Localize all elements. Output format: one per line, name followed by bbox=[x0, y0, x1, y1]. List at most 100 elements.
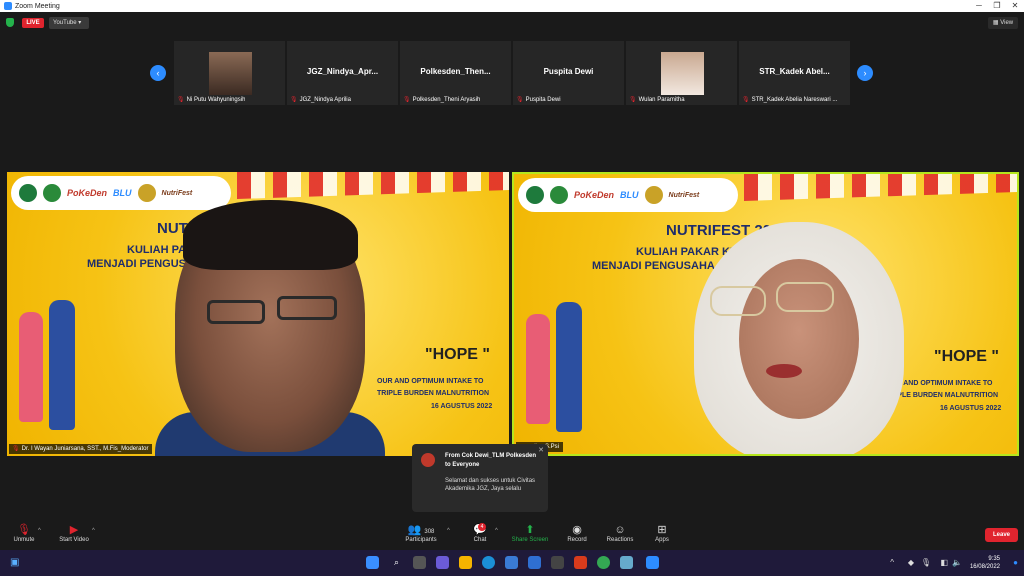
start-video-label: Start Video bbox=[59, 537, 89, 543]
wps-office-icon[interactable] bbox=[574, 556, 587, 569]
muted-mic-icon: 🎙 bbox=[629, 97, 637, 103]
clock-date: 16/08/2022 bbox=[969, 564, 1000, 570]
record-icon: ◉ bbox=[572, 524, 582, 536]
participant-tile[interactable]: 🎙 Ni Putu Wahyuningsih bbox=[174, 41, 285, 105]
participants-button[interactable]: 👥 308 Participants bbox=[402, 523, 440, 543]
minimize-button[interactable]: ─ bbox=[970, 0, 988, 12]
meeting-topbar: LIVE YouTube ▾ ▦ View bbox=[0, 12, 1024, 34]
video-off-icon: ▶ bbox=[69, 524, 79, 536]
chat-label: Chat bbox=[473, 537, 487, 543]
search-icon[interactable]: ⌕ bbox=[390, 556, 403, 569]
participant-photo bbox=[661, 52, 704, 95]
file-explorer-icon[interactable] bbox=[459, 556, 472, 569]
chat-notification[interactable]: ✕ From Cok Dewi_TLM Polkesden to Everyon… bbox=[412, 444, 548, 512]
live-badge: LIVE bbox=[22, 18, 44, 28]
window-controls: ─ ❐ ✕ bbox=[970, 0, 1024, 12]
apps-label: Apps bbox=[655, 537, 669, 543]
chat-button[interactable]: 💬 4 Chat bbox=[470, 523, 490, 543]
logo-text: PoKeDen bbox=[67, 188, 108, 198]
participant-tile[interactable]: Puspita Dewi 🎙 Puspita Dewi bbox=[513, 41, 624, 105]
participant-tile[interactable]: Polkesden_Then... 🎙 Polkesden_Theni Aryas… bbox=[400, 41, 511, 105]
unmute-label: Unmute bbox=[13, 537, 35, 543]
network-icon[interactable]: ◧ bbox=[940, 558, 948, 567]
chat-unread-badge: 4 bbox=[478, 523, 486, 531]
view-button[interactable]: ▦ View bbox=[988, 17, 1018, 29]
glasses-right bbox=[776, 282, 834, 312]
volume-icon[interactable]: 🔈 bbox=[952, 558, 962, 567]
audio-options-caret-icon[interactable]: ^ bbox=[38, 528, 41, 534]
chat-message: Selamat dan sukses untuk Civitas Akademi… bbox=[445, 478, 536, 492]
tray-overflow-icon[interactable]: ^ bbox=[890, 558, 894, 567]
photos-icon[interactable] bbox=[620, 556, 633, 569]
logo-text: NutriFest bbox=[161, 189, 193, 197]
participants-label: Participants bbox=[405, 537, 437, 543]
record-button[interactable]: ◉ Record bbox=[565, 523, 589, 543]
microphone-tray-icon[interactable]: 🎙 bbox=[921, 558, 931, 567]
share-screen-label: Share Screen bbox=[511, 537, 549, 543]
sponsor-logos: PoKeDen BLU NutriFest bbox=[518, 178, 738, 212]
muted-mic-icon: 🎙 bbox=[177, 97, 185, 103]
store-icon[interactable] bbox=[505, 556, 518, 569]
participants-caret-icon[interactable]: ^ bbox=[447, 528, 450, 534]
window-titlebar: Zoom Meeting ─ ❐ ✕ bbox=[0, 0, 1024, 12]
illustration-woman bbox=[526, 314, 550, 424]
leave-button[interactable]: Leave bbox=[985, 528, 1018, 542]
reactions-button[interactable]: ☺ Reactions bbox=[604, 523, 636, 543]
strip-prev-button[interactable]: ‹ bbox=[150, 65, 166, 81]
video-options-caret-icon[interactable]: ^ bbox=[92, 528, 95, 534]
illustration-woman bbox=[19, 312, 43, 422]
mail-icon[interactable] bbox=[528, 556, 541, 569]
start-video-button[interactable]: ▶ Start Video bbox=[56, 523, 92, 543]
close-button[interactable]: ✕ bbox=[1006, 0, 1024, 12]
app-icon[interactable] bbox=[551, 556, 564, 569]
ministry-logo-icon bbox=[526, 186, 544, 204]
participant-display-name: JGZ_Nindya_Apr... bbox=[306, 67, 379, 76]
chrome-icon[interactable] bbox=[597, 556, 610, 569]
participant-caption: 🎙 Ni Putu Wahyuningsih bbox=[177, 96, 245, 103]
apps-button[interactable]: ⊞ Apps bbox=[652, 523, 672, 543]
notification-icon[interactable]: ● bbox=[1013, 558, 1018, 567]
taskbar-clock[interactable]: 9:35 16/08/2022 bbox=[970, 555, 1000, 571]
edge-browser-icon[interactable] bbox=[482, 556, 495, 569]
participant-caption: 🎙 Wulan Paramitha bbox=[629, 96, 685, 103]
sponsor-logos: PoKeDen BLU NutriFest bbox=[11, 176, 231, 210]
participant-tile[interactable]: STR_Kadek Abel... 🎙 STR_Kadek Abelia Nare… bbox=[739, 41, 850, 105]
glasses-left bbox=[207, 300, 265, 324]
poltekkes-logo-icon bbox=[43, 184, 61, 202]
emblem-logo-icon bbox=[137, 184, 156, 202]
chat-caret-icon[interactable]: ^ bbox=[495, 528, 498, 534]
maximize-button[interactable]: ❐ bbox=[988, 0, 1006, 12]
video-name-text: Dr. I Wayan Juniarsana, SST., M.Fis_Mode… bbox=[21, 446, 149, 452]
banner-sub2: TRIPLE BURDEN MALNUTRITION bbox=[886, 392, 998, 399]
participant-caption: 🎙 Polkesden_Theni Aryasih bbox=[403, 96, 480, 103]
participant-caption: 🎙 Puspita Dewi bbox=[516, 96, 561, 103]
tray-app-icon[interactable]: ◆ bbox=[908, 558, 914, 567]
logo-text: PoKeDen bbox=[574, 190, 615, 200]
banner-date: 16 AGUSTUS 2022 bbox=[431, 403, 493, 410]
widgets-icon[interactable]: ▣ bbox=[10, 557, 19, 568]
security-shield-icon[interactable] bbox=[6, 18, 14, 27]
video-tile-moderator[interactable]: PoKeDen BLU NutriFest NUTRIFEST 2022 KUL… bbox=[7, 172, 509, 456]
participant-tile[interactable]: JGZ_Nindya_Apr... 🎙 JGZ_Nindya Aprilia bbox=[287, 41, 398, 105]
participant-name: STR_Kadek Abelia Nareswari ... bbox=[751, 97, 838, 103]
unmute-button[interactable]: 🎙 Unmute bbox=[12, 523, 36, 543]
participant-name: JGZ_Nindya Aprilia bbox=[299, 97, 351, 103]
glasses-left bbox=[710, 286, 766, 316]
stream-target-dropdown[interactable]: YouTube ▾ bbox=[49, 17, 89, 29]
participant-tile[interactable]: 🎙 Wulan Paramitha bbox=[626, 41, 737, 105]
teams-chat-icon[interactable] bbox=[436, 556, 449, 569]
meeting-toolbar: 🎙 Unmute ^ ▶ Start Video ^ 👥 308 Partici… bbox=[0, 520, 1024, 550]
person-lips bbox=[766, 364, 802, 378]
strip-next-button[interactable]: › bbox=[857, 65, 873, 81]
muted-mic-icon: 🎙 bbox=[516, 97, 524, 103]
task-view-icon[interactable] bbox=[413, 556, 426, 569]
participant-name: Wulan Paramitha bbox=[638, 97, 685, 103]
participant-caption: 🎙 JGZ_Nindya Aprilia bbox=[290, 96, 351, 103]
participant-photo bbox=[209, 52, 252, 95]
share-screen-button[interactable]: ⬆ Share Screen bbox=[510, 523, 550, 543]
start-windows-icon[interactable] bbox=[366, 556, 379, 569]
banner-hope: "HOPE " bbox=[934, 348, 999, 365]
zoom-taskbar-icon[interactable] bbox=[646, 556, 659, 569]
video-tile-speaker[interactable]: PoKeDen BLU NutriFest NUTRIFEST 2022 KUL… bbox=[512, 172, 1019, 456]
participant-name: Puspita Dewi bbox=[525, 97, 561, 103]
